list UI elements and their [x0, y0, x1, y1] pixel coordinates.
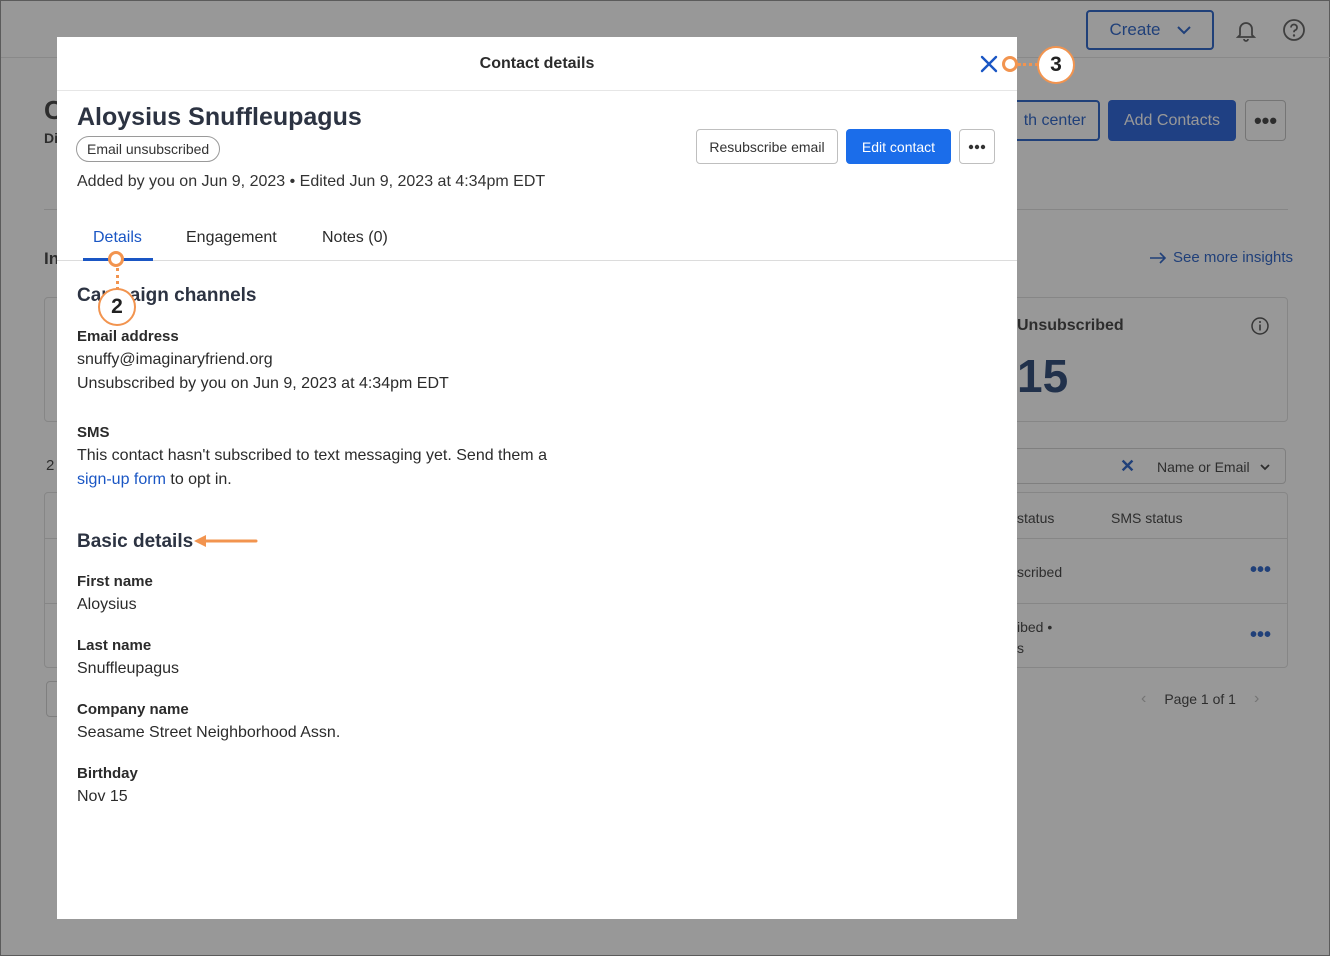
email-status-value: Unsubscribed by you on Jun 9, 2023 at 4:… — [77, 375, 449, 392]
contact-details-modal: Contact details Aloysius Snuffleupagus E… — [57, 37, 1017, 919]
resubscribe-email-button[interactable]: Resubscribe email — [696, 129, 838, 164]
callout-target-ring — [1002, 56, 1018, 72]
annotation-arrow-icon — [194, 535, 258, 547]
tab-engagement[interactable]: Engagement — [186, 229, 277, 247]
sign-up-form-link[interactable]: sign-up form — [77, 471, 166, 488]
email-address-label: Email address — [77, 328, 179, 345]
email-address-value: snuffy@imaginaryfriend.org — [77, 351, 273, 368]
sms-message-cont: sign-up form to opt in. — [77, 471, 232, 489]
callout-target-ring — [108, 251, 124, 267]
last-name-label: Last name — [77, 637, 152, 654]
company-name-value: Seasame Street Neighborhood Assn. — [77, 724, 341, 741]
modal-title: Contact details — [479, 55, 595, 72]
modal-header: Contact details — [57, 37, 1017, 91]
contact-history: Added by you on Jun 9, 2023 • Edited Jun… — [77, 173, 546, 190]
birthday-value: Nov 15 — [77, 788, 128, 805]
sms-label: SMS — [77, 424, 110, 441]
contact-name: Aloysius Snuffleupagus — [77, 103, 362, 131]
status-badge: Email unsubscribed — [76, 136, 221, 162]
close-icon[interactable] — [978, 53, 1000, 75]
more-actions-button[interactable] — [959, 129, 995, 164]
callout-connector — [1018, 63, 1038, 66]
callout-connector — [116, 268, 119, 290]
last-name-value: Snuffleupagus — [77, 660, 180, 677]
sms-message-tail: to opt in. — [165, 471, 232, 488]
birthday-label: Birthday — [77, 765, 138, 782]
callout-3: 3 — [1037, 46, 1075, 84]
company-name-label: Company name — [77, 701, 189, 718]
tabs-divider — [57, 260, 1017, 261]
first-name-value: Aloysius — [77, 596, 137, 613]
sms-message: This contact hasn't subscribed to text m… — [77, 447, 547, 464]
edit-contact-button[interactable]: Edit contact — [846, 129, 951, 164]
ellipsis-icon — [968, 144, 986, 149]
callout-2: 2 — [98, 288, 136, 326]
basic-details-heading: Basic details — [77, 531, 194, 552]
tab-notes[interactable]: Notes (0) — [322, 229, 388, 247]
first-name-label: First name — [77, 573, 153, 590]
tab-details[interactable]: Details — [93, 229, 142, 247]
